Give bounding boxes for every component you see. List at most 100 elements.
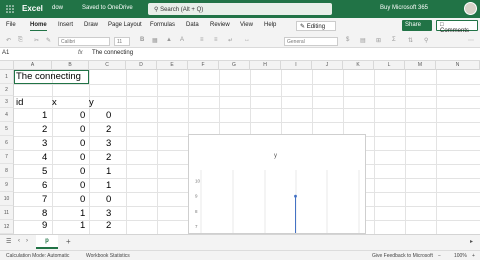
paste-icon[interactable]: ⎘ bbox=[18, 37, 23, 44]
cell-y[interactable]: 1 bbox=[106, 180, 111, 191]
calculation-mode[interactable]: Calculation Mode: Automatic bbox=[6, 253, 69, 259]
number-format-select[interactable]: General bbox=[284, 37, 338, 46]
chevron-left-icon[interactable]: ‹ bbox=[18, 238, 20, 244]
column-header[interactable]: E bbox=[157, 61, 188, 70]
autosum-icon[interactable]: Σ bbox=[392, 37, 396, 43]
row-header[interactable]: 4 bbox=[0, 108, 14, 122]
font-name-select[interactable]: Calibri bbox=[58, 37, 110, 46]
row-header[interactable]: 1 bbox=[0, 70, 14, 84]
select-all-corner[interactable] bbox=[0, 61, 14, 70]
give-feedback-link[interactable]: Give Feedback to Microsoft bbox=[372, 253, 433, 259]
tab-view[interactable]: View bbox=[240, 22, 253, 28]
avatar[interactable] bbox=[464, 2, 477, 15]
column-header[interactable]: D bbox=[126, 61, 157, 70]
tab-help[interactable]: Help bbox=[264, 22, 276, 28]
cell-id[interactable]: 4 bbox=[42, 152, 47, 163]
cell-id[interactable]: 8 bbox=[42, 208, 47, 219]
tab-data[interactable]: Data bbox=[186, 22, 199, 28]
row-header[interactable]: 9 bbox=[0, 178, 14, 192]
column-header[interactable]: L bbox=[374, 61, 405, 70]
more-options-icon[interactable]: ⋯ bbox=[468, 37, 474, 44]
cell-y[interactable]: 3 bbox=[106, 208, 111, 219]
zoom-level[interactable]: 100% bbox=[454, 253, 467, 259]
cut-icon[interactable]: ✂ bbox=[34, 37, 39, 44]
font-size-select[interactable]: 11 bbox=[114, 37, 130, 46]
undo-icon[interactable]: ↶ bbox=[6, 37, 11, 44]
fx-icon[interactable]: fx bbox=[78, 50, 83, 56]
formula-input[interactable]: The connecting bbox=[92, 50, 133, 56]
cell-x[interactable]: 0 bbox=[80, 124, 85, 135]
tab-page-layout[interactable]: Page Layout bbox=[108, 22, 142, 28]
scatter-chart[interactable]: y 1098765 bbox=[188, 134, 366, 234]
comments-button[interactable]: □ Comments bbox=[436, 20, 478, 34]
conditional-format-icon[interactable]: ▤ bbox=[360, 37, 366, 44]
tab-draw[interactable]: Draw bbox=[84, 22, 98, 28]
header-x[interactable]: x bbox=[52, 97, 57, 108]
row-header[interactable]: 3 bbox=[0, 96, 14, 108]
editing-mode-button[interactable]: ✎ Editing bbox=[296, 21, 336, 31]
cell-x[interactable]: 0 bbox=[80, 180, 85, 191]
document-name[interactable]: dow bbox=[52, 5, 63, 11]
tab-formulas[interactable]: Formulas bbox=[150, 22, 175, 28]
tab-file[interactable]: File bbox=[6, 22, 16, 28]
app-name[interactable]: Excel bbox=[22, 4, 43, 13]
cell-x[interactable]: 0 bbox=[80, 194, 85, 205]
sheet-tab-p[interactable]: p bbox=[36, 235, 58, 249]
cell-x[interactable]: 0 bbox=[80, 152, 85, 163]
column-header[interactable]: G bbox=[219, 61, 250, 70]
find-icon[interactable]: ⚲ bbox=[424, 37, 428, 44]
tab-insert[interactable]: Insert bbox=[58, 22, 73, 28]
cell-x[interactable]: 0 bbox=[80, 166, 85, 177]
app-launcher-icon[interactable] bbox=[6, 5, 14, 13]
workbook-statistics[interactable]: Workbook Statistics bbox=[86, 253, 130, 259]
wrap-text-icon[interactable]: ↵ bbox=[228, 37, 233, 44]
row-header[interactable]: 12 bbox=[0, 220, 14, 234]
cell-y[interactable]: 2 bbox=[106, 152, 111, 163]
format-painter-icon[interactable]: ✎ bbox=[46, 37, 51, 44]
sheet-list-icon[interactable]: ☰ bbox=[6, 238, 11, 245]
name-box[interactable]: A1 bbox=[2, 50, 46, 59]
bold-icon[interactable]: B bbox=[140, 37, 144, 43]
fill-color-icon[interactable]: ▲ bbox=[166, 37, 172, 43]
cell-y[interactable]: 1 bbox=[106, 166, 111, 177]
insert-cells-icon[interactable]: ⊞ bbox=[376, 37, 381, 44]
row-header[interactable]: 2 bbox=[0, 84, 14, 96]
cell-y[interactable]: 2 bbox=[106, 220, 111, 231]
zoom-in-icon[interactable]: + bbox=[472, 253, 475, 259]
chevron-right-icon[interactable]: › bbox=[26, 238, 28, 244]
column-header[interactable]: C bbox=[89, 61, 126, 70]
column-header[interactable]: K bbox=[343, 61, 374, 70]
add-sheet-button[interactable]: + bbox=[66, 237, 71, 246]
cell-id[interactable]: 3 bbox=[42, 138, 47, 149]
font-color-icon[interactable]: A bbox=[180, 37, 184, 43]
row-header[interactable]: 11 bbox=[0, 206, 14, 220]
cell-id[interactable]: 1 bbox=[42, 110, 47, 121]
column-header[interactable]: F bbox=[188, 61, 219, 70]
row-header[interactable]: 7 bbox=[0, 150, 14, 164]
cell-x[interactable]: 1 bbox=[80, 220, 85, 231]
align-center-icon[interactable]: ≡ bbox=[214, 37, 218, 43]
cell-id[interactable]: 5 bbox=[42, 166, 47, 177]
row-header[interactable]: 8 bbox=[0, 164, 14, 178]
buy-microsoft-365-link[interactable]: Buy Microsoft 365 bbox=[380, 5, 428, 11]
column-header[interactable]: J bbox=[312, 61, 343, 70]
zoom-out-icon[interactable]: − bbox=[438, 253, 441, 259]
row-header[interactable]: 10 bbox=[0, 192, 14, 206]
cell-id[interactable]: 2 bbox=[42, 124, 47, 135]
header-y[interactable]: y bbox=[89, 97, 94, 108]
tab-review[interactable]: Review bbox=[210, 22, 230, 28]
column-header[interactable]: H bbox=[250, 61, 281, 70]
cell-y[interactable]: 0 bbox=[106, 194, 111, 205]
sort-filter-icon[interactable]: ⇅ bbox=[408, 37, 413, 44]
column-header[interactable]: N bbox=[436, 61, 480, 70]
align-left-icon[interactable]: ≡ bbox=[200, 37, 204, 43]
cell-id[interactable]: 6 bbox=[42, 180, 47, 191]
selected-cell-a1[interactable] bbox=[14, 70, 89, 84]
column-header[interactable]: I bbox=[281, 61, 312, 70]
cell-x[interactable]: 0 bbox=[80, 110, 85, 121]
borders-icon[interactable]: ▦ bbox=[152, 37, 158, 44]
saved-status[interactable]: Saved to OneDrive bbox=[82, 5, 133, 11]
cell-x[interactable]: 1 bbox=[80, 208, 85, 219]
tab-home[interactable]: Home bbox=[30, 22, 47, 31]
currency-icon[interactable]: $ bbox=[346, 37, 349, 43]
